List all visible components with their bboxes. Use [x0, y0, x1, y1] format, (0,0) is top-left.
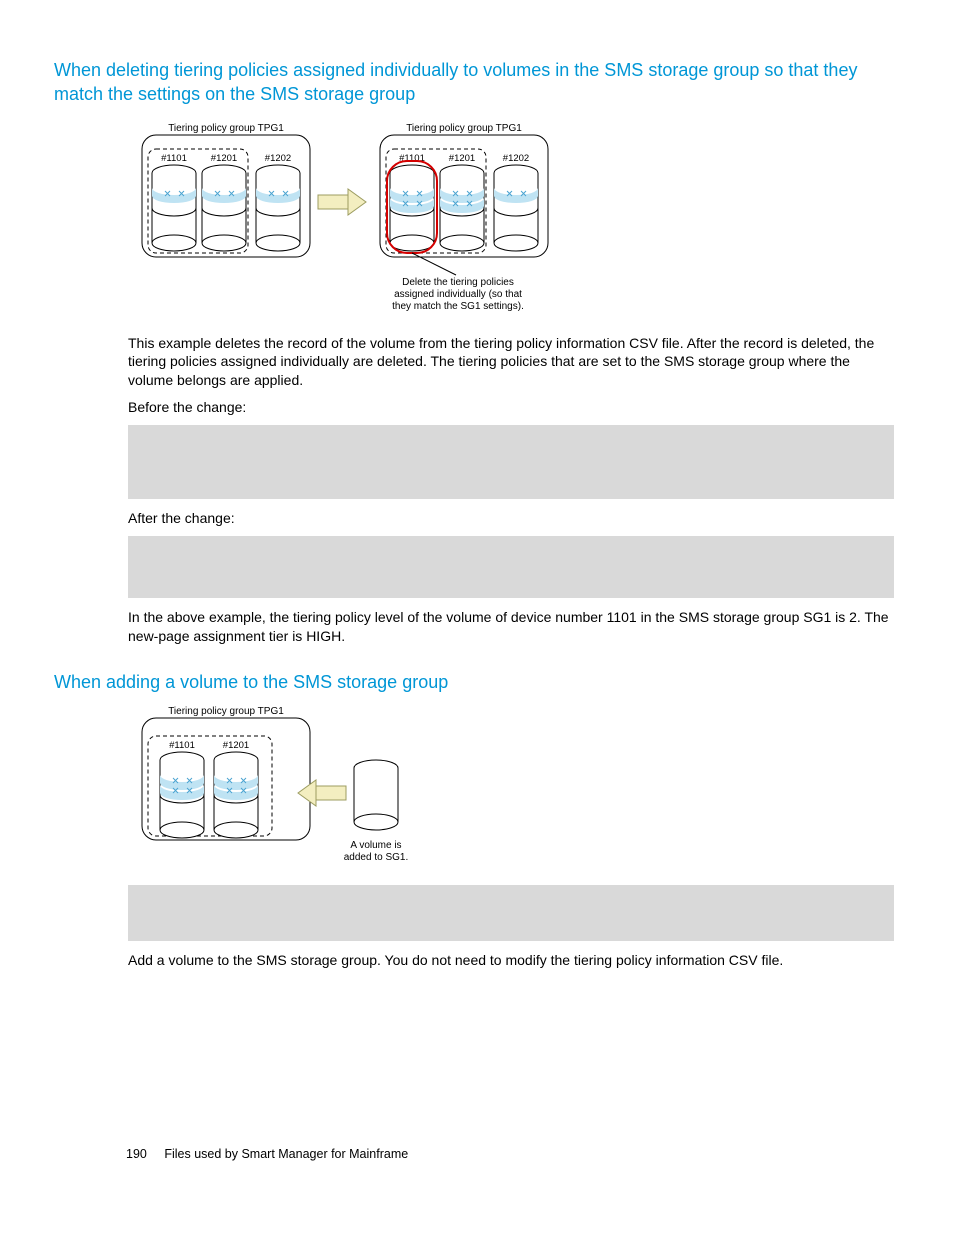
diagram1-left-tpg-label: Tiering policy group TPG1	[168, 123, 284, 134]
paragraph-add-volume: Add a volume to the SMS storage group. Y…	[128, 951, 894, 970]
code-block-add-volume	[128, 885, 894, 941]
label-before-change: Before the change:	[128, 398, 894, 417]
diagram1-right-vol-1: #1201	[449, 153, 475, 164]
diagram1-left-vol-0: #1101	[161, 153, 187, 164]
diagram1-right-vol-2: #1202	[503, 153, 529, 164]
page-footer: 190 Files used by Smart Manager for Main…	[126, 1147, 408, 1161]
arrow-right-icon	[318, 189, 366, 215]
diagram2-vol-0: #1101	[169, 740, 195, 751]
diagram2-caption-line2: added to SG1.	[344, 852, 409, 863]
footer-title: Files used by Smart Manager for Mainfram…	[164, 1147, 408, 1161]
diagram1-left-vol-1: #1201	[211, 153, 237, 164]
page-number: 190	[126, 1147, 147, 1161]
label-after-change: After the change:	[128, 509, 894, 528]
diagram1-left-vol-2: #1202	[265, 153, 291, 164]
diagram2-vol-1: #1201	[223, 740, 249, 751]
diagram1-right-tpg-label: Tiering policy group TPG1	[406, 123, 522, 134]
section-heading-add-volume: When adding a volume to the SMS storage …	[54, 670, 894, 694]
code-block-before	[128, 425, 894, 499]
section-heading-delete-tiering-policies: When deleting tiering policies assigned …	[54, 58, 894, 107]
diagram2-caption-line1: A volume is	[350, 840, 401, 851]
paragraph-example-delete: This example deletes the record of the v…	[128, 334, 894, 391]
diagram1-caption-line1: Delete the tiering policies	[402, 277, 514, 288]
diagram-delete-tiering-policies: Tiering policy group TPG1 Storage group …	[138, 121, 894, 326]
diagram1-caption-line3: they match the SG1 settings).	[392, 301, 524, 312]
code-block-after	[128, 536, 894, 598]
diagram-add-volume: Tiering policy group TPG1 Storage group …	[138, 704, 894, 879]
paragraph-result: In the above example, the tiering policy…	[128, 608, 894, 646]
diagram1-caption-line2: assigned individually (so that	[394, 289, 522, 300]
diagram2-tpg-label: Tiering policy group TPG1	[168, 706, 284, 717]
